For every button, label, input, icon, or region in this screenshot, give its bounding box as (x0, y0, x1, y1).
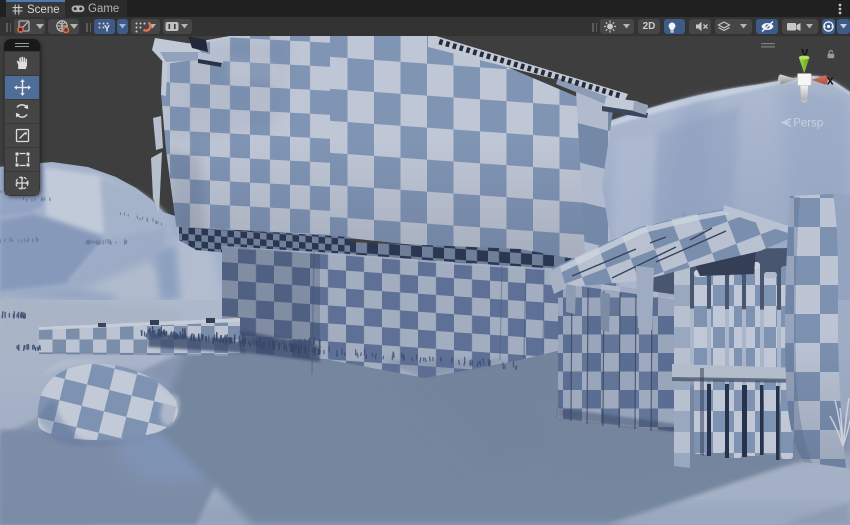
svg-text:Persp: Persp (793, 118, 823, 130)
svg-text:x: x (827, 74, 834, 88)
svg-text:Y: Y (104, 24, 110, 34)
